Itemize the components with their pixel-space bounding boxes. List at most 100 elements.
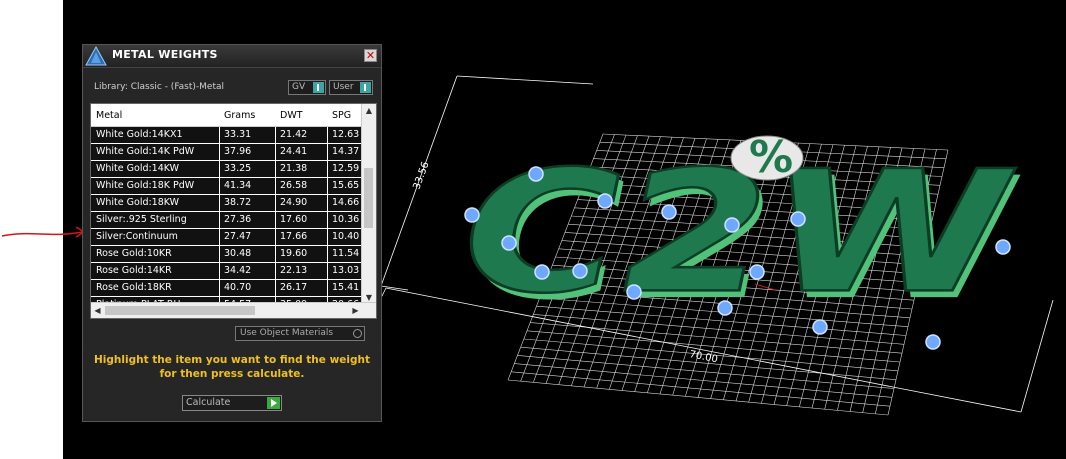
table-row[interactable]: Silver:.925 Sterling 27.36 17.60 10.36 [91, 212, 363, 229]
grams-cell: 33.25 [224, 163, 252, 174]
percent-symbol: % [749, 132, 793, 183]
grams-cell: 37.96 [224, 146, 252, 157]
grid-line [507, 379, 889, 416]
table-body: White Gold:14KX1 33.31 21.42 12.63 White Gol… [91, 127, 363, 314]
column-separator [327, 144, 328, 160]
column-separator [219, 144, 220, 160]
close-icon[interactable]: ✕ [364, 49, 377, 62]
table-row[interactable]: Rose Gold:14KR 34.42 22.13 13.03 [91, 263, 363, 280]
grams-cell: 30.48 [224, 248, 252, 259]
column-separator [219, 127, 220, 143]
column-header-dwt[interactable]: DWT [280, 110, 303, 121]
calculate-button[interactable]: Calculate [182, 395, 282, 411]
gv-toggle-label: GV [292, 82, 306, 92]
grams-cell: 34.42 [224, 265, 252, 276]
metal-cell: White Gold:18KW [96, 197, 180, 208]
table-row[interactable]: Silver:Continuum 27.47 17.66 10.40 [91, 229, 363, 246]
scroll-right-icon[interactable]: ▶ [349, 303, 362, 318]
column-separator [219, 161, 220, 177]
column-separator [219, 246, 220, 262]
metal-cell: White Gold:18K PdW [96, 180, 195, 191]
scroll-left-icon[interactable]: ◀ [91, 303, 104, 318]
spg-cell: 14.37 [332, 146, 360, 157]
column-separator [219, 212, 220, 228]
gemstone [925, 334, 941, 350]
table-row[interactable]: White Gold:14KW 33.25 21.38 12.59 [91, 161, 363, 178]
depth-dimension-label: 33.56 [411, 160, 431, 191]
gemstone [724, 217, 740, 233]
column-separator [219, 263, 220, 279]
table-row[interactable]: White Gold:18K PdW 41.34 26.58 15.65 [91, 178, 363, 195]
grid-line [514, 363, 893, 398]
grams-cell: 33.31 [224, 129, 252, 140]
column-separator [219, 178, 220, 194]
column-separator [275, 144, 276, 160]
column-header-spg[interactable]: SPG [332, 110, 351, 121]
table-row[interactable]: Rose Gold:18KR 40.70 26.17 15.41 [91, 280, 363, 297]
column-separator [275, 178, 276, 194]
dwt-cell: 21.38 [280, 163, 308, 174]
dwt-cell: 19.60 [280, 248, 308, 259]
vertical-scrollbar[interactable]: ▲ ▼ [361, 104, 376, 304]
metal-table[interactable]: Metal Grams DWT SPG White Gold:14KX1 33.3… [90, 103, 377, 319]
dwt-cell: 26.58 [280, 180, 308, 191]
spg-cell: 15.41 [332, 282, 360, 293]
column-separator [327, 229, 328, 245]
gemstone [812, 319, 828, 335]
column-header-grams[interactable]: Grams [224, 110, 255, 121]
metal-cell: White Gold:14KW [96, 163, 180, 174]
column-separator [327, 195, 328, 211]
table-row[interactable]: White Gold:14K PdW 37.96 24.41 14.37 [91, 144, 363, 161]
metal-cell: Rose Gold:14KR [96, 265, 172, 276]
column-separator [219, 195, 220, 211]
spg-cell: 10.40 [332, 231, 360, 242]
user-toggle[interactable]: User [329, 80, 373, 95]
table-row[interactable]: White Gold:18KW 38.72 24.90 14.66 [91, 195, 363, 212]
dwt-cell: 24.41 [280, 146, 308, 157]
gv-toggle[interactable]: GV [288, 80, 326, 95]
gemstone [995, 239, 1011, 255]
column-separator [219, 229, 220, 245]
table-row[interactable]: Rose Gold:10KR 30.48 19.60 11.54 [91, 246, 363, 263]
column-separator [327, 246, 328, 262]
table-header: Metal Grams DWT SPG [91, 104, 363, 127]
column-separator [275, 127, 276, 143]
metal-cell: Silver:Continuum [96, 231, 178, 242]
spg-cell: 14.66 [332, 197, 360, 208]
title-bar[interactable]: METAL WEIGHTS ✕ [83, 45, 381, 68]
library-label: Library: Classic - (Fast)-Metal [94, 82, 225, 92]
spg-cell: 11.54 [332, 248, 360, 259]
gemstone [626, 284, 642, 300]
calculate-label: Calculate [186, 397, 231, 408]
metal-cell: Silver:.925 Sterling [96, 214, 187, 225]
column-separator [275, 212, 276, 228]
spg-cell: 13.03 [332, 265, 360, 276]
gemstone [661, 204, 677, 220]
column-separator [275, 195, 276, 211]
column-separator [275, 229, 276, 245]
instruction-line-2: for then press calculate. [159, 368, 305, 380]
column-separator [275, 246, 276, 262]
hscroll-thumb[interactable] [105, 306, 255, 315]
scroll-thumb[interactable] [364, 168, 373, 228]
spg-cell: 12.63 [332, 129, 360, 140]
column-separator [327, 212, 328, 228]
dwt-cell: 17.66 [280, 231, 308, 242]
play-arrow-icon [267, 397, 280, 409]
dwt-cell: 26.17 [280, 282, 308, 293]
metal-cell: White Gold:14KX1 [96, 129, 183, 140]
toggle-switch-icon [313, 82, 324, 93]
horizontal-scrollbar[interactable]: ◀ ▶ [91, 302, 376, 318]
gemstone [597, 193, 613, 209]
table-row[interactable]: White Gold:14KX1 33.31 21.42 12.63 [91, 127, 363, 144]
column-separator [327, 178, 328, 194]
column-separator [327, 161, 328, 177]
spg-cell: 10.36 [332, 214, 360, 225]
metal-cell: Rose Gold:10KR [96, 248, 172, 259]
scroll-up-icon[interactable]: ▲ [362, 104, 376, 117]
column-header-metal[interactable]: Metal [96, 110, 122, 121]
column-separator [327, 127, 328, 143]
use-object-materials-checkbox[interactable]: Use Object Materials [235, 326, 365, 341]
grid-line [511, 371, 891, 407]
window-title: METAL WEIGHTS [112, 48, 218, 61]
